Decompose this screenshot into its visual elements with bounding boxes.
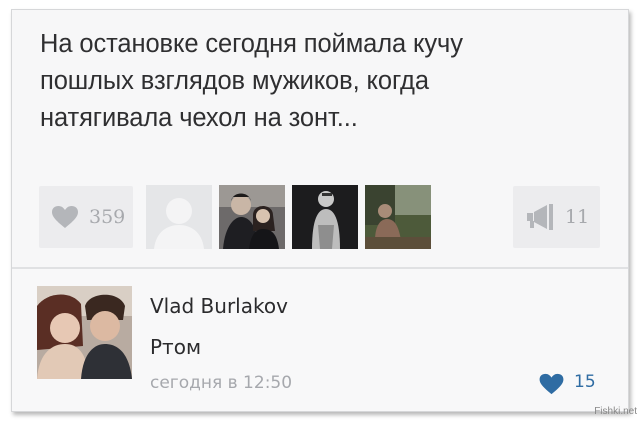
comment-author[interactable]: Vlad Burlakov	[150, 294, 288, 318]
placeholder-avatar-icon	[146, 185, 212, 249]
outdoor-photo	[365, 185, 431, 249]
post-text-line: На остановке сегодня поймала кучу	[40, 30, 463, 58]
commenter-avatar[interactable]	[37, 286, 132, 379]
heart-icon	[52, 206, 78, 228]
share-button[interactable]: 11	[513, 186, 600, 248]
watermark: Fishki.net	[594, 406, 637, 417]
post-card: На остановке сегодня поймала кучу пошлых…	[11, 9, 629, 412]
comment-likes-count: 15	[574, 372, 596, 392]
post-text-line: пошлых взглядов мужиков, когда	[40, 67, 429, 95]
likes-count: 359	[89, 206, 126, 228]
heart-icon	[539, 373, 564, 395]
comment-text: Ртом	[150, 335, 202, 359]
comment-timestamp[interactable]: сегодня в 12:50	[150, 373, 292, 393]
liker-avatar-outdoor[interactable]	[365, 185, 431, 249]
liker-avatar-couple[interactable]	[219, 185, 285, 249]
comment: Vlad Burlakov Ртом сегодня в 12:50 15	[12, 269, 628, 411]
avatar-photo	[37, 286, 132, 379]
liker-avatar-person[interactable]	[292, 185, 358, 249]
post-text: На остановке сегодня поймала кучу пошлых…	[40, 26, 600, 137]
post-text-line: натягивала чехол на зонт...	[40, 104, 358, 132]
like-button[interactable]: 359	[39, 186, 133, 248]
megaphone-icon	[527, 204, 553, 230]
person-photo	[292, 185, 358, 249]
couple-photo	[219, 185, 285, 249]
post-actions-bar: 359 11	[12, 184, 628, 252]
shares-count: 11	[565, 206, 590, 228]
liker-avatar-placeholder[interactable]	[146, 185, 212, 249]
